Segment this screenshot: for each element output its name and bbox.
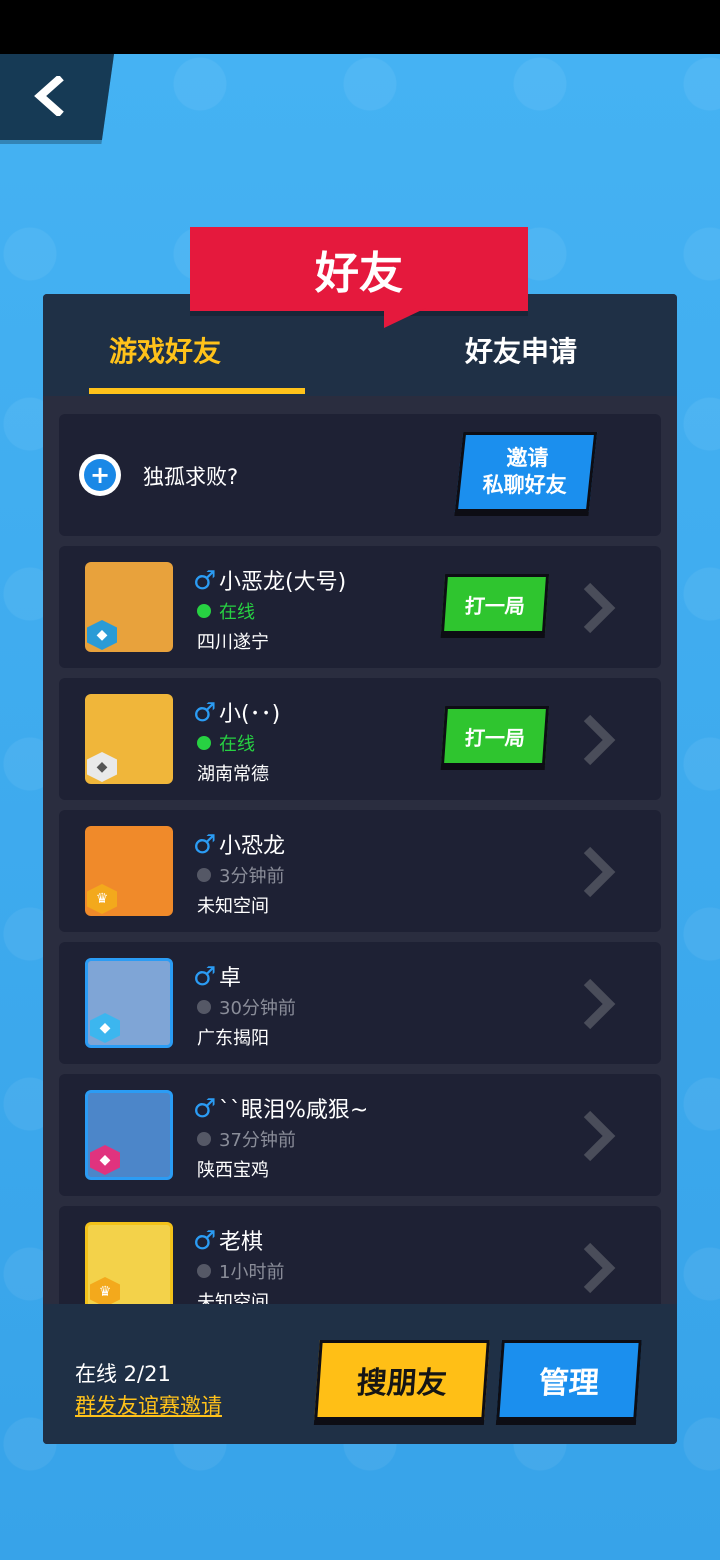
status-text: 3分钟前: [219, 866, 285, 887]
banner-tail: [384, 308, 426, 328]
male-icon: ♂: [193, 566, 217, 596]
chevron-right-icon[interactable]: [579, 846, 619, 898]
page-title: 好友: [190, 227, 528, 311]
rank-badge-icon: ♛: [87, 884, 117, 914]
offline-dot-icon: [197, 1132, 211, 1146]
friend-name: 卓: [219, 966, 242, 991]
tab-game-friends[interactable]: 游戏好友: [109, 330, 221, 370]
friend-status: 30分钟前: [197, 994, 296, 1020]
friend-status: 3分钟前: [197, 862, 284, 888]
rank-badge-icon: ◆: [87, 620, 117, 650]
friend-location: 广东揭阳: [197, 1028, 269, 1049]
avatar: ◆: [85, 958, 173, 1048]
friend-row[interactable]: ◆ ♂ ``眼泪%咸狠~ 37分钟前 陕西宝鸡: [59, 1074, 661, 1196]
chevron-right-icon[interactable]: [579, 1242, 619, 1294]
offline-dot-icon: [197, 1000, 211, 1014]
rank-badge-icon: ◆: [87, 752, 117, 782]
status-text: 在线: [219, 734, 255, 755]
invite-card: + 独孤求败? 邀请 私聊好友: [59, 414, 661, 536]
friend-location: 四川遂宁: [197, 632, 269, 653]
friend-name: 小恐龙: [219, 834, 286, 859]
avatar: ♛: [85, 1222, 173, 1304]
rank-badge-icon: ♛: [90, 1277, 120, 1304]
online-dot-icon: [197, 736, 211, 750]
friend-status: 在线: [197, 598, 255, 624]
avatar: ◆: [85, 562, 173, 652]
invite-prompt: 独孤求败?: [143, 465, 239, 489]
friend-location: 未知空间: [197, 1292, 269, 1304]
male-icon: ♂: [193, 698, 217, 728]
offline-dot-icon: [197, 868, 211, 882]
add-icon[interactable]: +: [79, 454, 121, 496]
friend-name: 小恶龙(大号): [219, 570, 347, 595]
active-tab-indicator: [89, 388, 305, 394]
rank-badge-icon: ◆: [90, 1145, 120, 1175]
male-icon: ♂: [193, 1094, 217, 1124]
status-bar: [0, 0, 720, 54]
online-dot-icon: [197, 604, 211, 618]
status-text: 37分钟前: [219, 1130, 296, 1151]
friend-row[interactable]: ♛ ♂ 小恐龙 3分钟前 未知空间: [59, 810, 661, 932]
online-count: 在线 2/21: [75, 1362, 171, 1386]
bottom-bar: 在线 2/21 群发友谊赛邀请 搜朋友 管理: [43, 1304, 677, 1444]
group-friendly-match-invite-link[interactable]: 群发友谊赛邀请: [75, 1390, 222, 1420]
avatar: ♛: [85, 826, 173, 916]
friends-panel: 游戏好友 好友申请 + 独孤求败? 邀请 私聊好友 ◆ ♂ 小恶龙(大号) 在线…: [43, 294, 677, 1444]
male-icon: ♂: [193, 1226, 217, 1256]
chevron-right-icon[interactable]: [579, 978, 619, 1030]
avatar: ◆: [85, 694, 173, 784]
chevron-right-icon[interactable]: [579, 714, 619, 766]
friend-status: 在线: [197, 730, 255, 756]
friend-status: 37分钟前: [197, 1126, 296, 1152]
avatar: ◆: [85, 1090, 173, 1180]
friend-name: ``眼泪%咸狠~: [219, 1098, 369, 1123]
status-text: 1小时前: [219, 1262, 285, 1283]
friend-row[interactable]: ◆ ♂ 卓 30分钟前 广东揭阳: [59, 942, 661, 1064]
friend-row[interactable]: ◆ ♂ 小恶龙(大号) 在线 四川遂宁 打一局: [59, 546, 661, 668]
status-text: 在线: [219, 602, 255, 623]
invite-private-friend-button[interactable]: 邀请 私聊好友: [454, 432, 598, 512]
friend-status: 1小时前: [197, 1258, 284, 1284]
friend-location: 陕西宝鸡: [197, 1160, 269, 1181]
friend-row[interactable]: ◆ ♂ 小(･･) 在线 湖南常德 打一局: [59, 678, 661, 800]
manage-button[interactable]: 管理: [496, 1340, 642, 1420]
male-icon: ♂: [193, 962, 217, 992]
offline-dot-icon: [197, 1264, 211, 1278]
rank-badge-icon: ◆: [90, 1013, 120, 1043]
friend-location: 湖南常德: [197, 764, 269, 785]
friend-name: 老棋: [219, 1230, 264, 1255]
invite-button-line2: 私聊好友: [482, 473, 567, 497]
search-friends-button[interactable]: 搜朋友: [314, 1340, 490, 1420]
back-button[interactable]: [0, 54, 115, 140]
chevron-right-icon[interactable]: [579, 1110, 619, 1162]
male-icon: ♂: [193, 830, 217, 860]
friend-list[interactable]: + 独孤求败? 邀请 私聊好友 ◆ ♂ 小恶龙(大号) 在线 四川遂宁 打一局 …: [43, 396, 677, 1304]
tab-friend-requests[interactable]: 好友申请: [465, 330, 577, 370]
status-text: 30分钟前: [219, 998, 296, 1019]
chevron-right-icon[interactable]: [579, 582, 619, 634]
friend-row[interactable]: ♛ ♂ 老棋 1小时前 未知空间: [59, 1206, 661, 1304]
invite-button-line1: 邀请: [506, 446, 549, 470]
friend-name: 小(･･): [219, 702, 281, 727]
friend-location: 未知空间: [197, 896, 269, 917]
play-together-button[interactable]: 打一局: [440, 574, 550, 634]
play-together-button[interactable]: 打一局: [440, 706, 550, 766]
chevron-left-icon: [34, 76, 64, 116]
